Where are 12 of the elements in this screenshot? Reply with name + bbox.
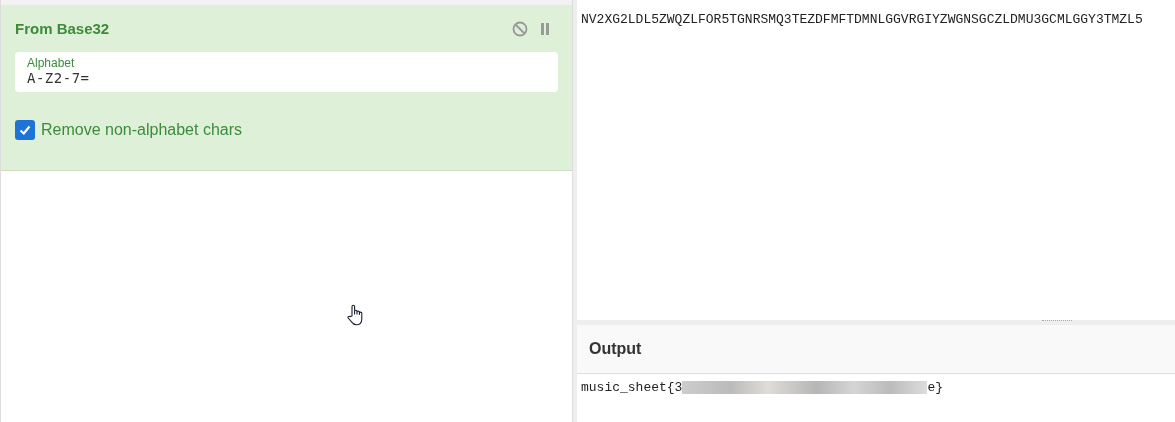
pause-icon[interactable] (540, 22, 550, 35)
operation-title: From Base32 (15, 20, 110, 37)
hand-pointer-icon (347, 304, 364, 326)
alphabet-field[interactable]: Alphabet A-Z2-7= (15, 52, 558, 92)
checkbox-label: Remove non-alphabet chars (41, 121, 242, 139)
input-text[interactable]: NV2XG2LDL5ZWQZLFOR5TGNRSMQ3TEZDFMFTDMNLGGVRGIYZWGNSGCZLDMU3GCMLGGY3TMZL5 (581, 12, 1143, 27)
output-text-start: music_sheet{3 (581, 380, 683, 395)
checkbox[interactable] (15, 120, 35, 140)
checkmark-icon (18, 123, 32, 137)
output-title: Output (589, 340, 642, 358)
output-text-end: e} (927, 380, 944, 395)
disable-icon[interactable] (512, 20, 528, 37)
